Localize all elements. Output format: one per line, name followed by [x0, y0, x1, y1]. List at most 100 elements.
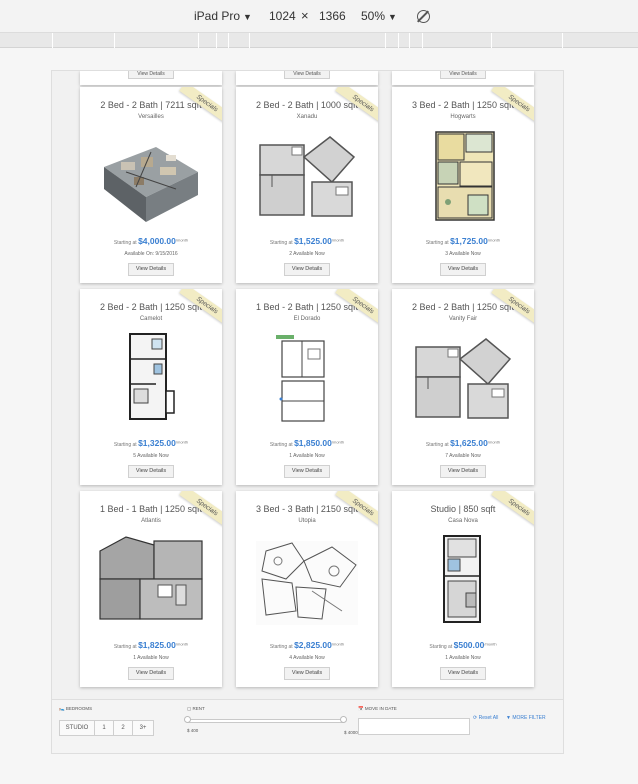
rent-min-value: $ 400 [187, 728, 199, 733]
dimension-separator: × [301, 8, 309, 23]
move-in-date-input[interactable] [358, 718, 470, 735]
price-line: Starting at $1,325.00/month [80, 438, 222, 448]
rent-label: ▢ RENT [187, 706, 205, 711]
media-query-ruler [0, 33, 638, 48]
price: $1,525.00 [294, 236, 332, 246]
availability: Available On: 9/15/2016 [124, 251, 178, 257]
starting-at-label: Starting at [425, 442, 449, 448]
starting-at-label: Starting at [269, 240, 293, 246]
bedroom-option-3-plus[interactable]: 3+ [132, 720, 154, 736]
price-unit: /month [331, 237, 345, 243]
reset-all-link[interactable]: ⟳ Reset All [473, 715, 498, 721]
starting-at-label: Starting at [429, 644, 453, 650]
rent-max-value: $ 4000 [344, 730, 358, 735]
availability: 7 Available Now [445, 453, 481, 459]
listing-card[interactable]: 3 Bed - 3 Bath | 2150 sqft Utopia Specials… [236, 491, 378, 687]
starting-at-label: Starting at [425, 240, 449, 246]
height-field[interactable]: 1366 [319, 9, 346, 23]
listing-card[interactable]: 3 Bed - 2 Bath | 1250 sqft Hogwarts Specia… [392, 87, 534, 283]
price: $1,825.00 [138, 640, 176, 650]
price-unit: /month [175, 237, 189, 243]
device-select[interactable]: iPad Pro ▼ [194, 9, 252, 23]
rent-max-handle[interactable] [340, 716, 347, 723]
price: $1,725.00 [450, 236, 488, 246]
starting-at-label: Starting at [113, 240, 137, 246]
price-unit: /month [175, 439, 189, 445]
listing-card-partial: View Details [236, 71, 378, 85]
listing-name: Camelot [139, 316, 163, 322]
price-unit: /month [484, 641, 497, 647]
page-frame: View Details View Details View Details 2… [51, 70, 564, 754]
devtools-toolbar: iPad Pro ▼ 1024 × 1366 50% ▼ [0, 0, 638, 33]
view-details-button[interactable]: View Details [440, 263, 486, 276]
listing-card[interactable]: 1 Bed - 1 Bath | 1250 sqft Atlantis Specia… [80, 491, 222, 687]
listing-name: Casa Nova [448, 518, 478, 524]
move-in-label: 📅 MOVE IN DATE [358, 706, 397, 711]
starting-at-label: Starting at [269, 442, 293, 448]
dropdown-arrow-icon: ▼ [243, 12, 252, 22]
bedroom-option-studio[interactable]: STUDIO [59, 720, 95, 736]
availability: 1 Available Now [445, 655, 481, 661]
starting-at-label: Starting at [113, 644, 137, 650]
rent-slider[interactable] [187, 719, 344, 723]
availability: 4 Available Now [289, 655, 325, 661]
view-details-button[interactable]: View Details [440, 465, 486, 478]
dropdown-arrow-icon: ▼ [388, 12, 397, 22]
listing-card[interactable]: 2 Bed - 2 Bath | 1250 sqft Vanity Fair Spe… [392, 289, 534, 485]
listing-card-partial: View Details [392, 71, 534, 85]
view-details-button[interactable]: View Details [128, 71, 174, 79]
availability: 5 Available Now [133, 453, 169, 459]
zoom-select[interactable]: 50% ▼ [361, 9, 397, 23]
price-line: Starting at $1,725.00/month [392, 236, 534, 246]
listing-card[interactable]: 2 Bed - 2 Bath | 7211 sqft Versailles Spec… [80, 87, 222, 283]
starting-at-label: Starting at [269, 644, 293, 650]
availability: 1 Available Now [133, 655, 169, 661]
listing-name: Versailles [138, 114, 164, 120]
price-line: Starting at $1,625.00/month [392, 438, 534, 448]
bedroom-option-1[interactable]: 1 [94, 720, 114, 736]
price-unit: /month [331, 439, 345, 445]
availability: 3 Available Now [445, 251, 481, 257]
device-viewport: View Details View Details View Details 2… [0, 48, 638, 784]
price-unit: /month [487, 237, 501, 243]
price-line: Starting at $1,525.00/month [236, 236, 378, 246]
price: $2,825.00 [294, 640, 332, 650]
bedroom-option-2[interactable]: 2 [113, 720, 133, 736]
view-details-button[interactable]: View Details [284, 667, 330, 680]
listing-card[interactable]: 2 Bed - 2 Bath | 1250 sqft Camelot Special… [80, 289, 222, 485]
view-details-button[interactable]: View Details [440, 667, 486, 680]
price-unit: /month [175, 641, 189, 647]
width-field[interactable]: 1024 [269, 9, 296, 23]
listing-card[interactable]: 1 Bed - 2 Bath | 1250 sqft El Dorado Speci… [236, 289, 378, 485]
price-line: Starting at $500.00/month [392, 640, 534, 650]
listing-name: Vanity Fair [448, 316, 478, 322]
rent-min-handle[interactable] [184, 716, 191, 723]
availability: 2 Available Now [289, 251, 325, 257]
view-details-button[interactable]: View Details [128, 465, 174, 478]
price-line: Starting at $2,825.00/month [236, 640, 378, 650]
listing-name: Atlantis [141, 518, 161, 524]
view-details-button[interactable]: View Details [128, 667, 174, 680]
filter-icon: ▼ [506, 715, 511, 721]
price: $1,850.00 [294, 438, 332, 448]
view-details-button[interactable]: View Details [440, 71, 486, 79]
availability: 1 Available Now [289, 453, 325, 459]
listing-name: Hogwarts [450, 114, 476, 120]
listing-card-partial: View Details [80, 71, 222, 85]
listing-card[interactable]: 2 Bed - 2 Bath | 1000 sqft Xanadu Specials… [236, 87, 378, 283]
price-line: Starting at $1,825.00/month [80, 640, 222, 650]
listing-name: El Dorado [293, 316, 321, 322]
price: $500.00 [453, 640, 485, 650]
view-details-button[interactable]: View Details [284, 263, 330, 276]
listing-card[interactable]: Studio | 850 sqft Casa Nova Specials Starti… [392, 491, 534, 687]
rotate-icon[interactable] [417, 10, 430, 23]
price-unit: /month [331, 641, 345, 647]
view-details-button[interactable]: View Details [284, 465, 330, 478]
view-details-button[interactable]: View Details [128, 263, 174, 276]
view-details-button[interactable]: View Details [284, 71, 330, 79]
more-filter-button[interactable]: ▼ MORE FILTER [506, 715, 546, 721]
listing-name: Utopia [298, 518, 316, 524]
price-line: Starting at $1,850.00/month [236, 438, 378, 448]
listing-name: Xanadu [296, 114, 318, 120]
price: $4,000.00 [138, 236, 176, 246]
